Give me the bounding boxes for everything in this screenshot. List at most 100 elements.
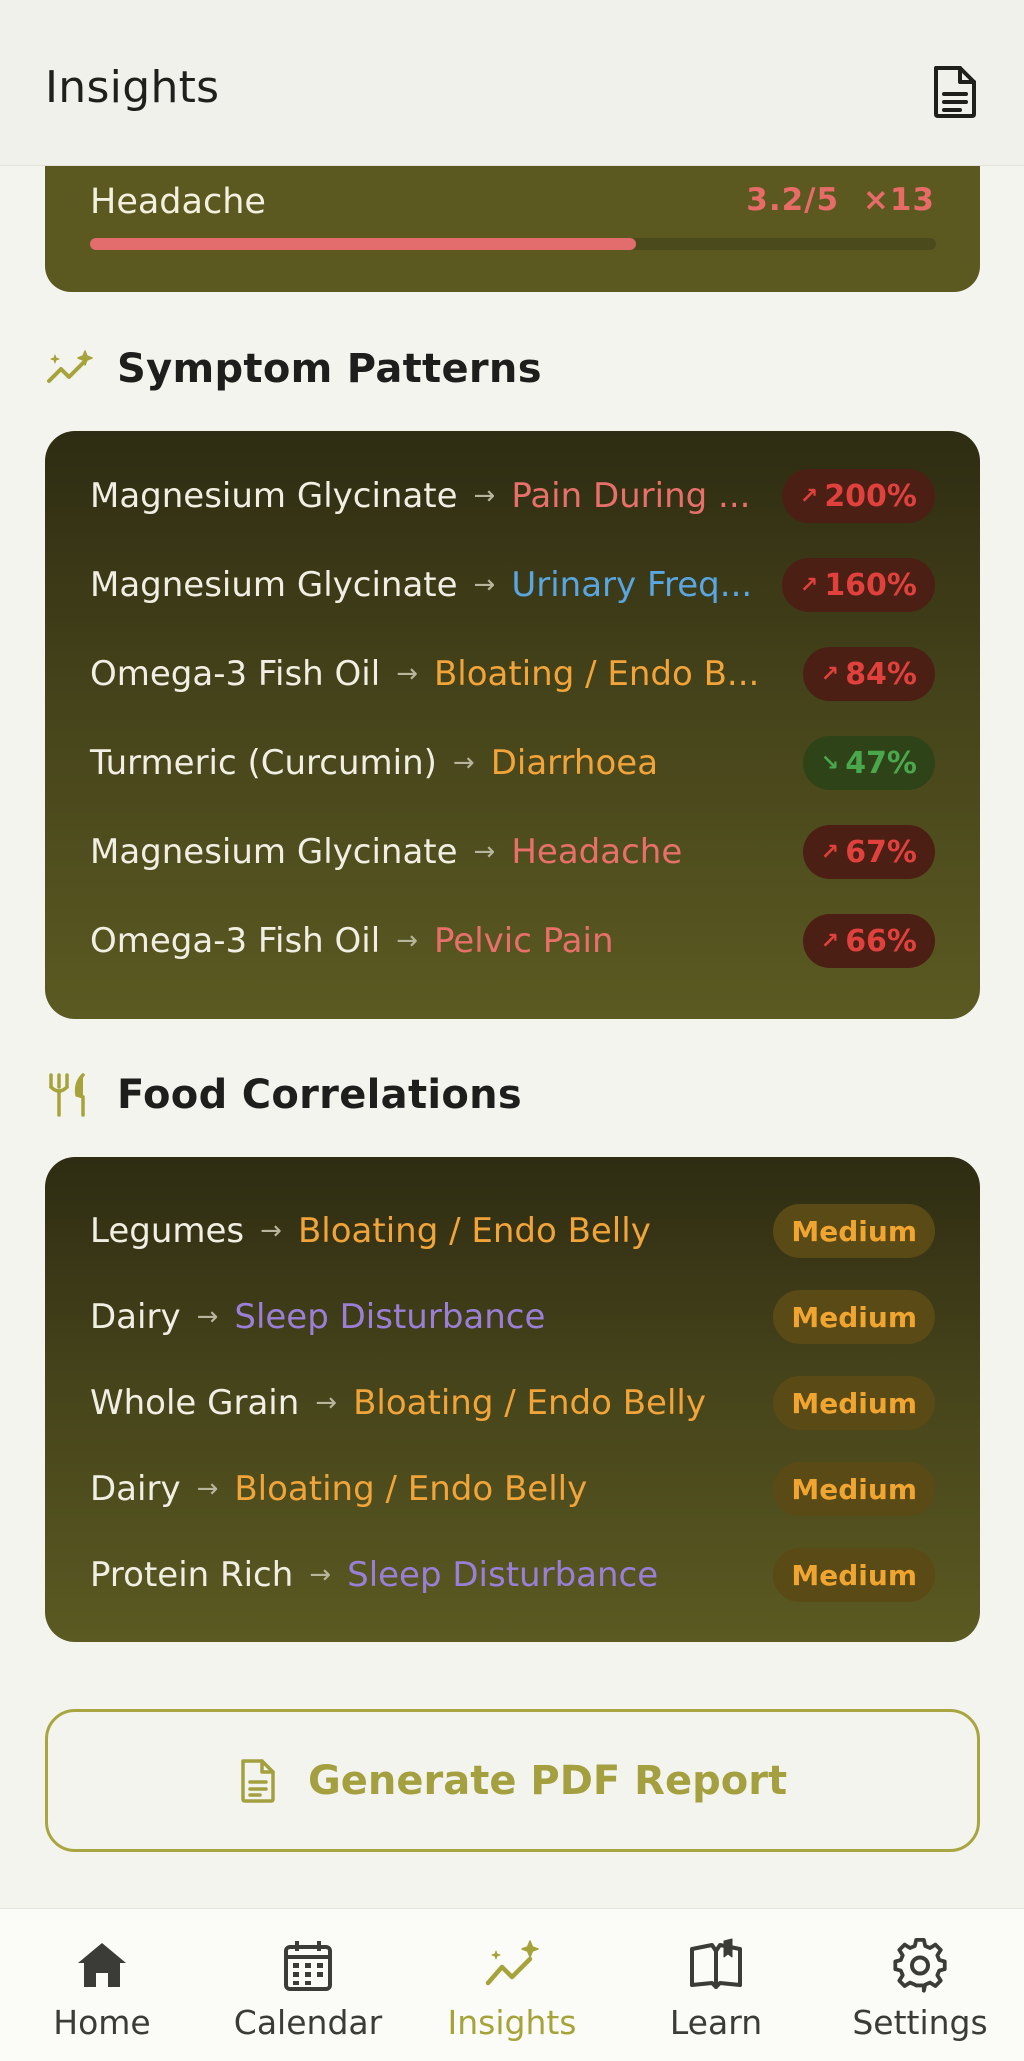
- food-correlation-row[interactable]: Legumes → Bloating / Endo Belly Medium: [90, 1201, 935, 1261]
- symptom-score: 3.2/5 ×13: [746, 182, 935, 218]
- tab-label: Insights: [447, 2003, 577, 2042]
- food-name: Whole Grain: [90, 1383, 300, 1423]
- symptom-patterns-heading: Symptom Patterns: [45, 346, 542, 392]
- change-value: 47%: [845, 745, 917, 781]
- symptom-name: Bloating / Endo Belly: [234, 1469, 588, 1509]
- confidence-badge: Medium: [773, 1290, 935, 1344]
- change-badge: ↗ 66%: [802, 914, 935, 968]
- change-badge: ↗ 200%: [781, 469, 935, 523]
- food-correlation-row[interactable]: Protein Rich → Sleep Disturbance Medium: [90, 1545, 935, 1605]
- symptom-patterns-card: Magnesium Glycinate → Pain During ... ↗ 200%…: [45, 431, 980, 1019]
- food-name: Dairy: [90, 1297, 181, 1337]
- symptom-count: ×13: [862, 182, 935, 218]
- arrow-right-icon: →: [309, 1560, 332, 1590]
- trend-up-icon: ↗: [820, 661, 840, 687]
- symptom-pattern-row[interactable]: Omega-3 Fish Oil → Bloating / Endo B... ↗ 84…: [90, 644, 935, 704]
- symptom-name: Pain During ...: [511, 476, 751, 516]
- change-badge: ↗ 67%: [802, 825, 935, 879]
- document-icon[interactable]: [930, 64, 980, 120]
- change-value: 160%: [824, 567, 917, 603]
- arrow-right-icon: →: [396, 926, 418, 956]
- symptom-name: Bloating / Endo Belly: [353, 1383, 706, 1423]
- arrow-right-icon: →: [473, 837, 496, 867]
- arrow-right-icon: →: [473, 570, 496, 600]
- symptom-name: Headache: [90, 182, 266, 222]
- symptom-pattern-row[interactable]: Magnesium Glycinate → Pain During ... ↗ 200%: [90, 466, 935, 526]
- section-title: Food Correlations: [117, 1072, 523, 1118]
- utensils-icon: [45, 1073, 95, 1117]
- symptom-name: Headache: [511, 832, 683, 872]
- section-title: Symptom Patterns: [117, 346, 542, 392]
- symptom-pattern-row[interactable]: Magnesium Glycinate → Headache ↗ 67%: [90, 822, 935, 882]
- supplement-name: Omega-3 Fish Oil: [90, 654, 381, 694]
- food-correlation-row[interactable]: Dairy → Sleep Disturbance Medium: [90, 1287, 935, 1347]
- home-icon: [74, 1937, 130, 1993]
- tab-settings[interactable]: Settings: [830, 1909, 1010, 2061]
- food-name: Protein Rich: [90, 1555, 294, 1595]
- trend-up-icon: ↗: [799, 572, 819, 598]
- food-correlation-row[interactable]: Dairy → Bloating / Endo Belly Medium: [90, 1459, 935, 1519]
- food-name: Dairy: [90, 1469, 181, 1509]
- symptom-pattern-row[interactable]: Turmeric (Curcumin) → Diarrhoea ↘ 47%: [90, 733, 935, 793]
- tab-home[interactable]: Home: [12, 1909, 192, 2061]
- severity-bar-fill: [90, 238, 636, 250]
- arrow-right-icon: →: [196, 1474, 219, 1504]
- food-correlations-card: Legumes → Bloating / Endo Belly Medium Dairy…: [45, 1157, 980, 1642]
- tab-learn[interactable]: Learn: [626, 1909, 806, 2061]
- confidence-badge: Medium: [773, 1204, 935, 1258]
- tab-label: Settings: [852, 2003, 988, 2042]
- change-value: 66%: [845, 923, 917, 959]
- confidence-badge: Medium: [773, 1462, 935, 1516]
- change-badge: ↗ 160%: [781, 558, 935, 612]
- arrow-right-icon: →: [396, 659, 418, 689]
- generate-pdf-button[interactable]: Generate PDF Report: [45, 1709, 980, 1852]
- food-correlations-heading: Food Correlations: [45, 1072, 522, 1118]
- tab-calendar[interactable]: Calendar: [218, 1909, 398, 2061]
- sparkle-trend-icon: [45, 347, 95, 391]
- tab-label: Home: [53, 2003, 151, 2042]
- arrow-right-icon: →: [260, 1216, 282, 1246]
- tab-label: Calendar: [233, 2003, 383, 2042]
- document-icon: [238, 1758, 278, 1804]
- change-value: 67%: [845, 834, 917, 870]
- insights-icon: [484, 1937, 540, 1993]
- supplement-name: Omega-3 Fish Oil: [90, 921, 381, 961]
- arrow-right-icon: →: [196, 1302, 219, 1332]
- header-bar: Insights: [0, 0, 1024, 166]
- trend-down-icon: ↘: [820, 750, 840, 776]
- symptom-name: Sleep Disturbance: [347, 1555, 659, 1595]
- tab-insights[interactable]: Insights: [422, 1909, 602, 2061]
- generate-pdf-label: Generate PDF Report: [307, 1757, 788, 1804]
- change-badge: ↗ 84%: [802, 647, 935, 701]
- trend-up-icon: ↗: [820, 928, 840, 954]
- confidence-badge: Medium: [773, 1548, 935, 1602]
- bottom-tab-bar: Home Calendar Insights Learn Settings: [0, 1908, 1024, 2061]
- confidence-badge: Medium: [773, 1376, 935, 1430]
- symptom-pattern-row[interactable]: Magnesium Glycinate → Urinary Freq... ↗ 160%: [90, 555, 935, 615]
- arrow-right-icon: →: [473, 481, 496, 511]
- symptom-score-value: 3.2/5: [746, 182, 840, 218]
- arrow-right-icon: →: [315, 1388, 338, 1418]
- symptom-name: Pelvic Pain: [433, 921, 614, 961]
- change-badge: ↘ 47%: [802, 736, 935, 790]
- book-icon: [688, 1937, 744, 1993]
- change-value: 84%: [845, 656, 917, 692]
- symptom-name: Sleep Disturbance: [234, 1297, 546, 1337]
- symptom-name: Diarrhoea: [490, 743, 659, 783]
- supplement-name: Turmeric (Curcumin): [90, 743, 437, 783]
- food-correlation-row[interactable]: Whole Grain → Bloating / Endo Belly Medium: [90, 1373, 935, 1433]
- trend-up-icon: ↗: [820, 839, 840, 865]
- tab-label: Learn: [669, 2003, 763, 2042]
- supplement-name: Magnesium Glycinate: [90, 565, 458, 605]
- food-name: Legumes: [90, 1211, 245, 1251]
- severity-bar-track: [90, 238, 936, 250]
- symptom-name: Bloating / Endo Belly: [297, 1211, 651, 1251]
- change-value: 200%: [824, 478, 917, 514]
- page-title: Insights: [45, 62, 220, 113]
- symptom-pattern-row[interactable]: Omega-3 Fish Oil → Pelvic Pain ↗ 66%: [90, 911, 935, 971]
- calendar-icon: [280, 1937, 336, 1993]
- supplement-name: Magnesium Glycinate: [90, 832, 458, 872]
- arrow-right-icon: →: [452, 748, 475, 778]
- gear-icon: [892, 1937, 948, 1993]
- supplement-name: Magnesium Glycinate: [90, 476, 458, 516]
